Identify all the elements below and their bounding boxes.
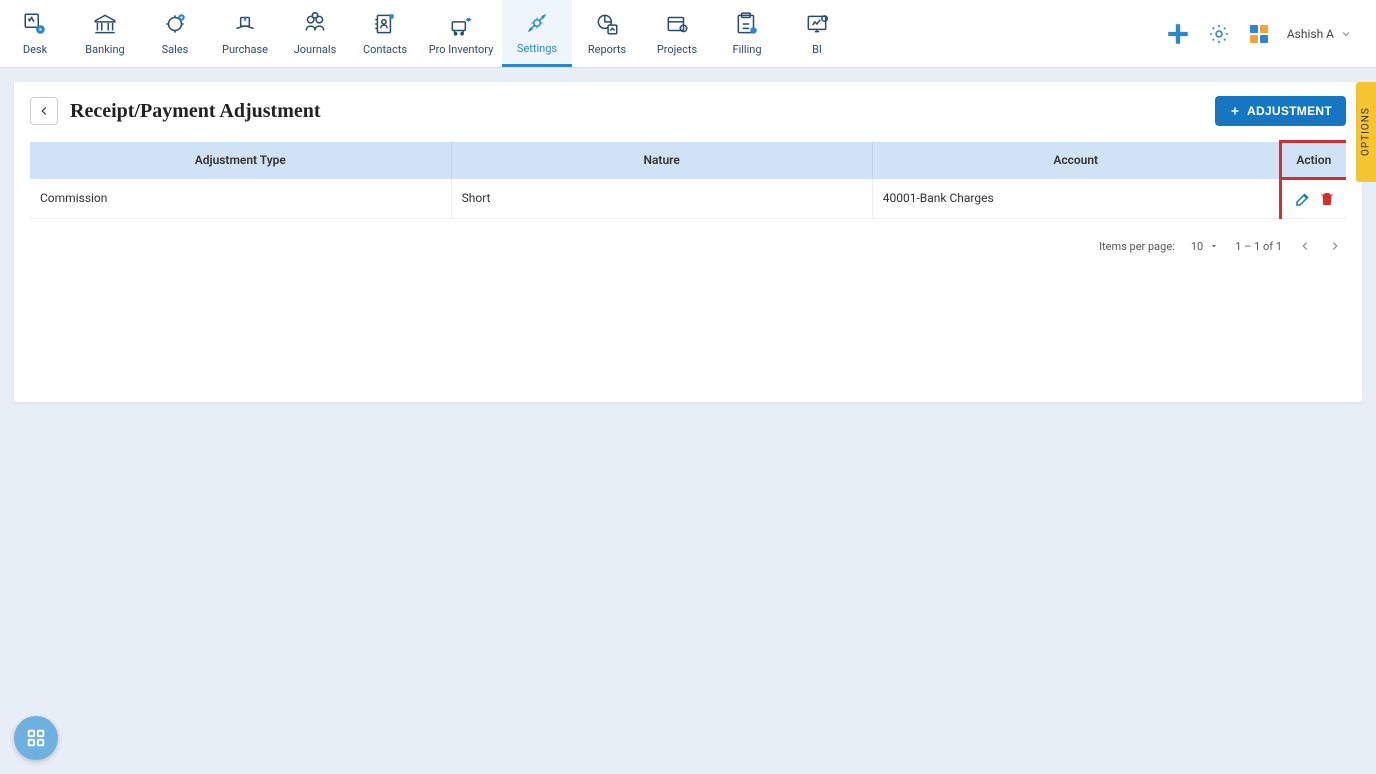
banking-icon	[92, 11, 118, 37]
nav-label: BI	[812, 43, 822, 56]
items-per-page-label: Items per page:	[1099, 240, 1175, 253]
nav-label: Filling	[732, 43, 761, 56]
gear-icon[interactable]	[1207, 22, 1231, 46]
back-button[interactable]	[30, 97, 58, 125]
nav-label: Reports	[588, 43, 626, 56]
th-type: Adjustment Type	[30, 142, 451, 179]
nav-label: Sales	[162, 43, 189, 56]
nav-label: Desk	[23, 43, 47, 56]
page-title: Receipt/Payment Adjustment	[70, 100, 321, 123]
nav-reports[interactable]: Reports	[572, 0, 642, 67]
projects-icon	[664, 11, 690, 37]
adjustment-button-label: ADJUSTMENT	[1247, 104, 1332, 118]
nav-filling[interactable]: Filling	[712, 0, 782, 67]
dropdown-icon	[1209, 241, 1219, 251]
th-action: Action	[1280, 142, 1346, 179]
add-icon[interactable]	[1165, 21, 1191, 47]
table-row: Commission Short 40001-Bank Charges	[30, 179, 1346, 219]
journals-icon	[302, 11, 328, 37]
items-per-page-select[interactable]: 10	[1191, 240, 1219, 253]
sales-icon	[162, 11, 188, 37]
table-wrap: Adjustment Type Nature Account Action Co…	[14, 140, 1362, 227]
cell-account: 40001-Bank Charges	[872, 179, 1280, 219]
nav-banking[interactable]: Banking	[70, 0, 140, 67]
nav-label: Projects	[657, 43, 697, 56]
nav-contacts[interactable]: Contacts	[350, 0, 420, 67]
adjustments-table: Adjustment Type Nature Account Action Co…	[30, 140, 1346, 219]
content-area: Receipt/Payment Adjustment ADJUSTMENT Ad…	[0, 68, 1376, 416]
nav-label: Purchase	[222, 43, 268, 56]
apps-fab[interactable]	[14, 716, 58, 760]
nav-label: Banking	[85, 43, 124, 56]
options-tab-label: OPTIONS	[1361, 108, 1372, 157]
nav-desk[interactable]: Desk	[0, 0, 70, 67]
adjustment-button[interactable]: ADJUSTMENT	[1215, 96, 1346, 126]
prev-page-icon[interactable]	[1298, 239, 1312, 253]
contacts-icon	[372, 11, 398, 37]
chevron-down-icon	[1340, 28, 1352, 40]
inventory-icon	[448, 11, 474, 37]
bi-icon	[804, 11, 830, 37]
filling-icon	[734, 11, 760, 37]
top-navbar: Desk Banking Sales Purchase Journals	[0, 0, 1376, 68]
nav-label: Journals	[294, 43, 337, 56]
nav-label: Contacts	[363, 43, 407, 56]
plus-icon	[1229, 105, 1241, 117]
reports-icon	[594, 11, 620, 37]
nav-label: Pro Inventory	[429, 43, 494, 56]
topbar-right: Ashish A	[1165, 0, 1376, 67]
main-card: Receipt/Payment Adjustment ADJUSTMENT Ad…	[14, 82, 1362, 402]
nav-items: Desk Banking Sales Purchase Journals	[0, 0, 852, 67]
edit-icon[interactable]	[1294, 190, 1312, 208]
cell-type: Commission	[30, 179, 451, 219]
nav-sales[interactable]: Sales	[140, 0, 210, 67]
settings-icon	[524, 10, 550, 36]
items-per-page-value: 10	[1191, 240, 1203, 253]
cell-nature: Short	[451, 179, 872, 219]
paginator-range: 1 – 1 of 1	[1235, 240, 1282, 253]
nav-purchase[interactable]: Purchase	[210, 0, 280, 67]
nav-label: Settings	[517, 42, 557, 55]
apps-icon	[25, 727, 47, 749]
options-tab[interactable]: OPTIONS	[1356, 82, 1376, 182]
cell-action	[1280, 179, 1346, 219]
nav-bi[interactable]: BI	[782, 0, 852, 67]
nav-settings[interactable]: Settings	[502, 0, 572, 67]
card-header: Receipt/Payment Adjustment ADJUSTMENT	[14, 82, 1362, 140]
user-name: Ashish A	[1287, 27, 1334, 41]
purchase-icon	[232, 11, 258, 37]
nav-projects[interactable]: Projects	[642, 0, 712, 67]
th-account: Account	[872, 142, 1280, 179]
calculator-icon[interactable]	[1247, 22, 1271, 46]
delete-icon[interactable]	[1318, 190, 1336, 208]
desk-icon	[22, 11, 48, 37]
next-page-icon[interactable]	[1328, 239, 1342, 253]
paginator: Items per page: 10 1 – 1 of 1	[14, 227, 1362, 265]
user-menu[interactable]: Ashish A	[1287, 27, 1352, 41]
nav-proinventory[interactable]: Pro Inventory	[420, 0, 502, 67]
nav-journals[interactable]: Journals	[280, 0, 350, 67]
th-nature: Nature	[451, 142, 872, 179]
